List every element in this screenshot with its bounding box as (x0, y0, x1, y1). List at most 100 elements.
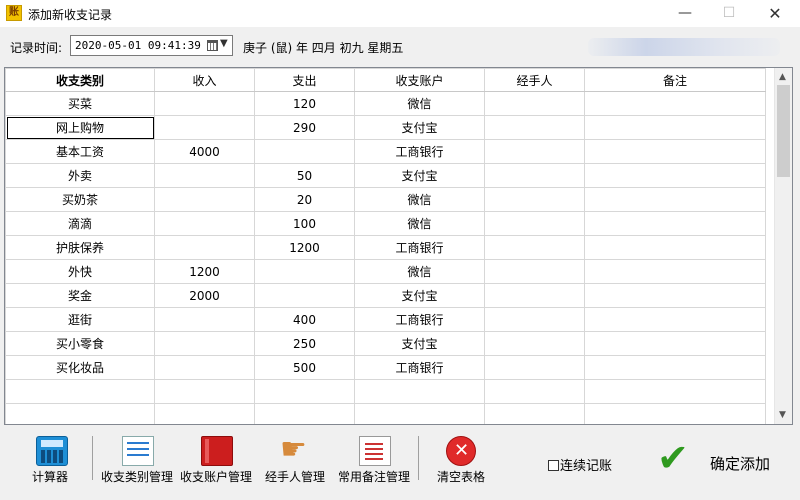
table-cell[interactable]: 50 (254, 163, 355, 188)
table-cell[interactable] (584, 139, 766, 164)
table-cell[interactable] (484, 187, 585, 212)
table-row[interactable]: 买奶茶 20 微信 (5, 187, 766, 212)
table-cell[interactable] (154, 331, 255, 356)
table-cell[interactable]: 网上购物 (5, 115, 155, 140)
table-cell[interactable]: 微信 (354, 259, 485, 284)
table-row[interactable] (5, 379, 766, 404)
scrollbar-thumb[interactable] (777, 85, 790, 177)
table-cell[interactable] (584, 283, 766, 308)
table-cell[interactable]: 外快 (5, 259, 155, 284)
table-row[interactable]: 奖金 2000 支付宝 (5, 283, 766, 308)
table-cell[interactable] (584, 163, 766, 188)
table-cell[interactable]: 4000 (154, 139, 255, 164)
table-cell[interactable]: 290 (254, 115, 355, 140)
table-cell[interactable]: 买菜 (5, 91, 155, 116)
table-row[interactable]: 买菜 120 微信 (5, 91, 766, 116)
table-cell[interactable]: 500 (254, 355, 355, 380)
table-cell[interactable] (484, 259, 585, 284)
table-cell[interactable] (154, 307, 255, 332)
table-cell[interactable] (584, 211, 766, 236)
table-cell[interactable] (584, 355, 766, 380)
clear-table-button[interactable]: 清空表格 (432, 428, 490, 488)
table-cell[interactable] (584, 379, 766, 404)
table-row[interactable]: 护肤保养 1200 工商银行 (5, 235, 766, 260)
close-button[interactable]: ✕ (752, 0, 798, 27)
table-cell[interactable] (154, 379, 255, 404)
table-row[interactable]: 滴滴 100 微信 (5, 211, 766, 236)
table-cell[interactable] (154, 211, 255, 236)
table-cell[interactable] (484, 115, 585, 140)
table-cell[interactable] (484, 307, 585, 332)
table-cell[interactable]: 基本工资 (5, 139, 155, 164)
table-cell[interactable] (254, 283, 355, 308)
table-cell[interactable] (584, 115, 766, 140)
column-header[interactable]: 经手人 (484, 68, 585, 92)
table-cell[interactable] (154, 403, 255, 424)
table-cell[interactable]: 1200 (154, 259, 255, 284)
column-header[interactable]: 备注 (584, 68, 766, 92)
remark-manage-button[interactable]: 常用备注管理 (335, 428, 413, 488)
table-cell[interactable] (354, 403, 485, 424)
maximize-button[interactable]: ☐ (706, 0, 752, 27)
table-cell[interactable] (484, 139, 585, 164)
datetime-picker[interactable]: 2020-05-01 09:41:39 ▼ (70, 35, 233, 56)
table-cell[interactable]: 支付宝 (354, 331, 485, 356)
table-cell[interactable]: 工商银行 (354, 235, 485, 260)
continuous-record-checkbox[interactable]: 连续记账 (548, 455, 612, 474)
scroll-up-icon[interactable]: ▲ (779, 72, 786, 82)
column-header[interactable]: 支出 (254, 68, 355, 92)
table-cell[interactable] (584, 307, 766, 332)
table-row[interactable]: 逛街 400 工商银行 (5, 307, 766, 332)
table-cell[interactable] (154, 235, 255, 260)
table-cell[interactable] (154, 115, 255, 140)
chevron-down-icon[interactable]: ▼ (220, 38, 228, 49)
table-cell[interactable]: 滴滴 (5, 211, 155, 236)
table-cell[interactable] (584, 235, 766, 260)
table-cell[interactable] (154, 163, 255, 188)
table-row[interactable]: 外快 1200 微信 (5, 259, 766, 284)
calculator-button[interactable]: 计算器 (20, 428, 80, 488)
table-cell[interactable] (154, 91, 255, 116)
table-cell[interactable] (254, 403, 355, 424)
table-cell[interactable] (584, 403, 766, 424)
table-cell[interactable]: 2000 (154, 283, 255, 308)
table-cell[interactable]: 120 (254, 91, 355, 116)
table-cell[interactable] (584, 187, 766, 212)
table-row[interactable]: 基本工资 4000 工商银行 (5, 139, 766, 164)
column-header[interactable]: 收支类别 (5, 68, 155, 92)
vertical-scrollbar[interactable]: ▲ ▼ (774, 68, 792, 424)
table-cell[interactable]: 工商银行 (354, 355, 485, 380)
table-cell[interactable]: 买小零食 (5, 331, 155, 356)
table-cell[interactable] (484, 379, 585, 404)
table-cell[interactable]: 护肤保养 (5, 235, 155, 260)
table-cell[interactable] (254, 139, 355, 164)
table-cell[interactable]: 20 (254, 187, 355, 212)
table-cell[interactable]: 逛街 (5, 307, 155, 332)
account-manage-button[interactable]: 收支账户管理 (177, 428, 255, 488)
table-cell[interactable] (484, 355, 585, 380)
minimize-button[interactable]: — (662, 0, 708, 27)
column-header[interactable]: 收支账户 (354, 68, 485, 92)
table-cell[interactable] (254, 379, 355, 404)
table-cell[interactable] (584, 91, 766, 116)
table-cell[interactable]: 买化妆品 (5, 355, 155, 380)
calendar-icon[interactable] (207, 40, 218, 51)
table-cell[interactable] (484, 163, 585, 188)
scroll-down-icon[interactable]: ▼ (779, 410, 786, 420)
table-row[interactable] (5, 403, 766, 424)
table-cell[interactable]: 外卖 (5, 163, 155, 188)
table-cell[interactable]: 支付宝 (354, 163, 485, 188)
table-cell[interactable] (584, 259, 766, 284)
table-cell[interactable]: 工商银行 (354, 307, 485, 332)
table-cell[interactable] (5, 379, 155, 404)
table-cell[interactable]: 支付宝 (354, 115, 485, 140)
table-cell[interactable] (254, 259, 355, 284)
table-cell[interactable] (584, 331, 766, 356)
table-row[interactable]: 买化妆品 500 工商银行 (5, 355, 766, 380)
table-cell[interactable]: 微信 (354, 91, 485, 116)
table-cell[interactable] (154, 187, 255, 212)
table-cell[interactable] (484, 235, 585, 260)
table-row[interactable]: 买小零食 250 支付宝 (5, 331, 766, 356)
table-cell[interactable] (484, 331, 585, 356)
handler-manage-button[interactable]: 经手人管理 (262, 428, 328, 488)
